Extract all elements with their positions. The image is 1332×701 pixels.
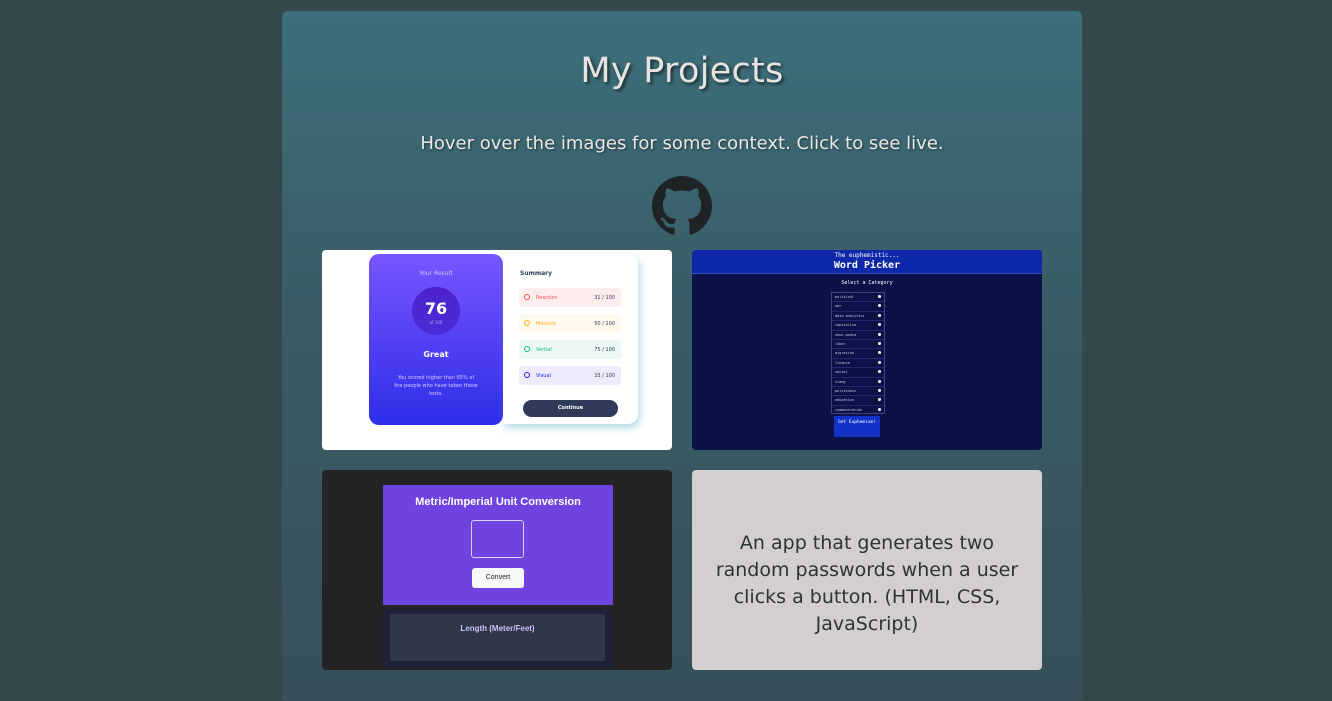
- conversion-input: [471, 520, 524, 558]
- projects-panel: My Projects Hover over the images for so…: [282, 11, 1082, 701]
- result-panel: Your Result 76 of 100 Great You scored h…: [369, 254, 503, 425]
- length-title: Length (Meter/Feet): [460, 624, 535, 633]
- score-number: 76: [424, 299, 448, 318]
- project-card-word-picker[interactable]: The euphemistic... Word Picker Select a …: [692, 250, 1042, 450]
- summary-row-reaction: Reaction 31 / 100: [519, 288, 621, 307]
- visual-icon: [524, 372, 530, 378]
- category-item: labor: [832, 340, 884, 350]
- category-item: political: [832, 293, 884, 303]
- conversion-header: Metric/Imperial Unit Conversion Convert: [383, 485, 613, 605]
- verbal-icon: [524, 346, 530, 352]
- word-picker-title: Word Picker: [833, 260, 901, 271]
- convert-button: Convert: [472, 568, 524, 588]
- category-item: data analytics: [832, 312, 884, 322]
- category-list: political war data analytics capitalism …: [831, 292, 885, 414]
- summary-row-verbal: Verbal 75 / 100: [519, 340, 621, 359]
- category-item: war: [832, 302, 884, 312]
- row-value: 33 / 100: [594, 373, 615, 379]
- row-label: Visual: [536, 373, 551, 379]
- row-label: Reaction: [536, 295, 558, 301]
- category-item: migration: [832, 349, 884, 359]
- category-item: social: [832, 368, 884, 378]
- summary-title: Summary: [520, 270, 553, 277]
- row-label: Verbal: [536, 347, 552, 353]
- continue-button: Continue: [523, 400, 618, 417]
- page-subtitle: Hover over the images for some context. …: [420, 133, 944, 154]
- page-title: My Projects: [580, 51, 784, 91]
- summary-row-memory: Memory 50 / 100: [519, 314, 621, 333]
- category-item: politeness: [832, 387, 884, 397]
- score-circle: 76 of 100: [412, 287, 460, 335]
- project-card-unit-conversion[interactable]: Metric/Imperial Unit Conversion Convert …: [322, 470, 672, 670]
- summary-row-visual: Visual 33 / 100: [519, 366, 621, 385]
- conversion-title: Metric/Imperial Unit Conversion: [415, 496, 581, 508]
- memory-icon: [524, 320, 530, 326]
- conversion-results: Length (Meter/Feet): [383, 609, 613, 667]
- project-card-password-generator[interactable]: An app that generates two random passwor…: [692, 470, 1042, 670]
- project-description: An app that generates two random passwor…: [715, 532, 1019, 635]
- word-picker-header: The euphemistic... Word Picker: [692, 250, 1042, 274]
- row-value: 31 / 100: [594, 295, 615, 301]
- category-item: education: [832, 396, 884, 406]
- select-category-label: Select a Category: [841, 280, 893, 286]
- category-item: finance: [832, 359, 884, 369]
- row-value: 50 / 100: [594, 321, 615, 327]
- category-item: news media: [832, 331, 884, 340]
- length-section: Length (Meter/Feet): [390, 614, 605, 661]
- category-item: capitalism: [832, 321, 884, 331]
- category-item: communication: [832, 406, 884, 413]
- github-icon[interactable]: [652, 176, 712, 236]
- row-label: Memory: [536, 321, 557, 327]
- rating-label: Great: [423, 350, 449, 359]
- your-result-label: Your Result: [419, 270, 453, 277]
- reaction-icon: [524, 294, 530, 300]
- result-message: You scored higher than 65% of the people…: [394, 375, 478, 397]
- category-item: slang: [832, 378, 884, 387]
- get-euphemism-button: Get Euphemism!: [834, 416, 880, 437]
- score-of: of 100: [429, 320, 443, 325]
- row-value: 75 / 100: [594, 347, 615, 353]
- word-picker-subheading: The euphemistic...: [834, 252, 900, 259]
- summary-panel: Summary Reaction 31 / 100 Memory 50 / 10…: [503, 254, 638, 424]
- project-card-results-summary[interactable]: Your Result 76 of 100 Great You scored h…: [322, 250, 672, 450]
